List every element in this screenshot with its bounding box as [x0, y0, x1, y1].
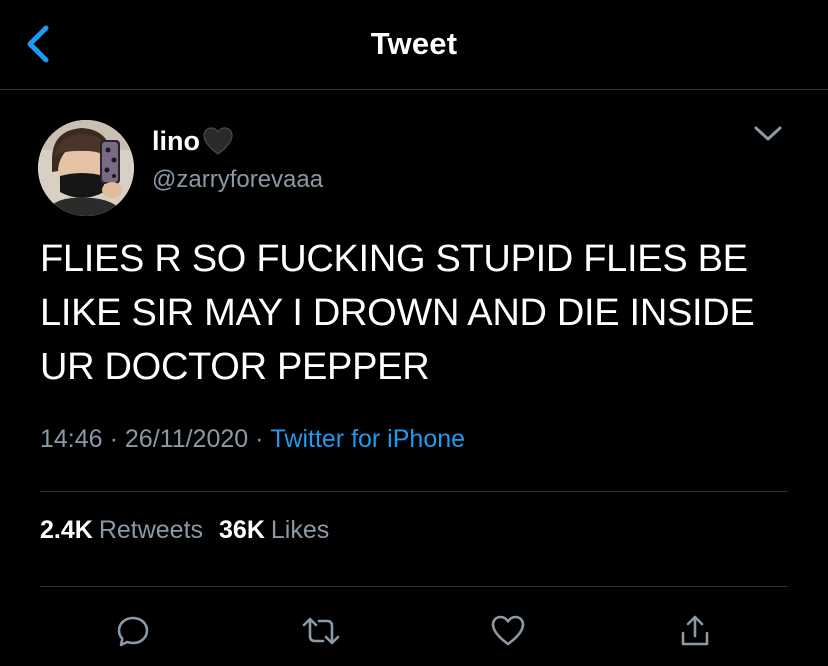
share-icon: [681, 615, 709, 646]
avatar[interactable]: [38, 120, 134, 216]
engagement-stats: 2.4K Retweets 36K Likes: [40, 516, 329, 545]
divider: [40, 586, 788, 587]
divider: [40, 491, 788, 492]
author-name[interactable]: lino: [152, 124, 234, 158]
separator-dot: ·: [255, 425, 264, 453]
separator-dot: ·: [109, 425, 118, 453]
retweet-icon: [302, 617, 340, 645]
tweet-text: FLIES R SO FUCKING STUPID FLIES BE LIKE …: [40, 238, 755, 388]
heart-icon: [491, 615, 525, 646]
black-heart-icon: [203, 127, 233, 155]
comment-icon: [117, 616, 149, 647]
page-title: Tweet: [370, 26, 458, 61]
retweets-stat[interactable]: 2.4K Retweets: [40, 516, 203, 544]
reply-button[interactable]: [108, 606, 158, 656]
likes-stat[interactable]: 36K Likes: [219, 516, 329, 544]
top-bar: Tweet: [0, 0, 828, 90]
tweet-source-link[interactable]: Twitter for iPhone: [271, 425, 466, 453]
tweet-date: 26/11/2020: [124, 425, 249, 453]
likes-label: Likes: [270, 516, 330, 544]
action-bar: [0, 606, 828, 656]
tweet-time: 14:46: [40, 425, 103, 453]
share-button[interactable]: [670, 606, 720, 656]
author-handle[interactable]: @zarryforevaaa: [152, 166, 323, 194]
more-options-button[interactable]: [748, 116, 788, 152]
like-button[interactable]: [483, 606, 533, 656]
chevron-down-icon: [754, 126, 782, 141]
retweets-count: 2.4K: [40, 516, 93, 544]
profile-photo: [38, 120, 134, 216]
likes-count: 36K: [219, 516, 265, 544]
retweet-button[interactable]: [296, 606, 346, 656]
retweets-label: Retweets: [98, 516, 204, 544]
tweet-metadata: 14:46 · 26/11/2020 · Twitter for iPhone: [40, 425, 465, 454]
display-name-text: lino: [152, 125, 200, 156]
